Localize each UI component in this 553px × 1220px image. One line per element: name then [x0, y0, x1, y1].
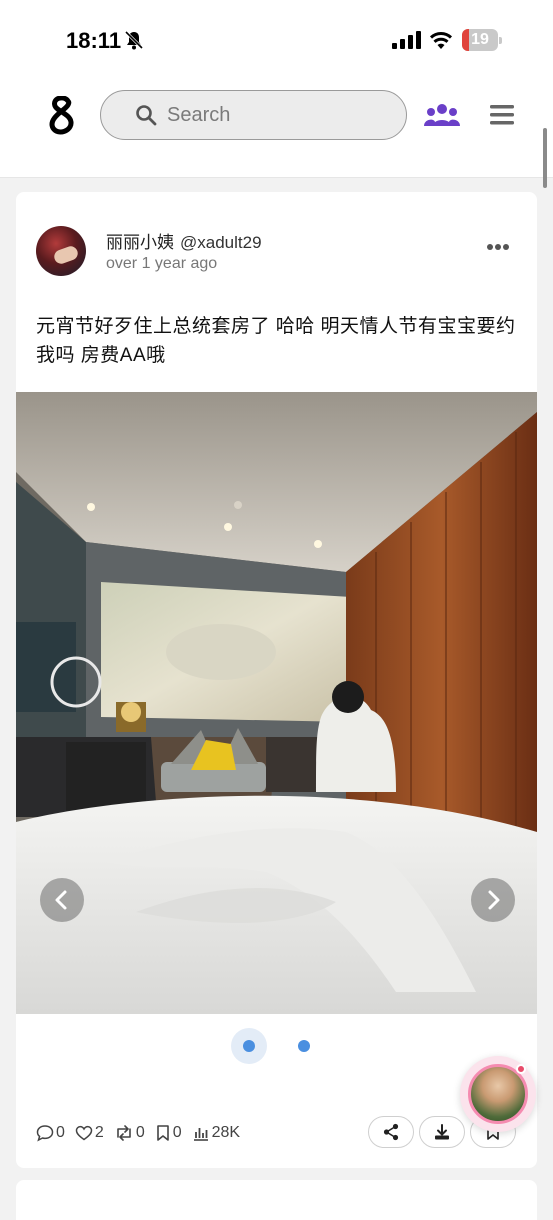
comment-stat[interactable]: 0 [36, 1124, 65, 1142]
user-handle[interactable]: @xadult29 [180, 233, 262, 252]
comment-count: 0 [56, 1124, 65, 1141]
like-stat[interactable]: 2 [75, 1124, 104, 1142]
people-icon[interactable] [424, 102, 460, 128]
like-count: 2 [94, 1124, 104, 1141]
user-display-name[interactable]: 丽丽小姨 [106, 233, 174, 252]
scrollbar[interactable] [543, 128, 547, 188]
download-icon [435, 1124, 449, 1140]
chevron-right-icon [488, 890, 500, 910]
bookmark-outline-icon [156, 1125, 169, 1141]
more-options-icon[interactable] [486, 242, 510, 252]
status-time: 18:11 [66, 28, 122, 53]
download-button[interactable] [419, 1116, 465, 1148]
floating-chat-avatar[interactable] [460, 1056, 536, 1132]
post-card: 丽丽小姨 @xadult29 over 1 year ago 元宵节好歹住上总统套… [16, 192, 537, 1168]
bookmark-stat[interactable]: 0 [155, 1124, 182, 1142]
carousel-pagination [16, 1028, 537, 1064]
comment-icon [36, 1125, 54, 1142]
views-chart-icon [193, 1128, 208, 1141]
share-icon [383, 1123, 399, 1141]
post-timestamp: over 1 year ago [106, 255, 218, 272]
search-input[interactable] [167, 103, 367, 127]
views-stat: 28K [192, 1124, 240, 1142]
s-logo-icon[interactable] [46, 96, 78, 136]
share-button[interactable] [368, 1116, 414, 1148]
post-text: 元宵节好歹住上总统套房了 哈哈 明天情人节有宝宝要约我吗 房费AA哦 [36, 316, 516, 366]
signal-icon [392, 31, 421, 49]
post-author[interactable]: 丽丽小姨 @xadult29 [106, 228, 262, 253]
next-post-card [16, 1180, 537, 1220]
bell-off-icon [124, 30, 144, 50]
chevron-left-icon [55, 890, 67, 910]
post-image-carousel[interactable] [16, 392, 537, 1014]
bookmark-count: 0 [172, 1124, 182, 1141]
post-stats: 0 2 0 0 28K [36, 1122, 250, 1144]
avatar[interactable] [36, 226, 86, 276]
heart-icon [75, 1125, 93, 1141]
repost-stat[interactable]: 0 [114, 1124, 145, 1142]
previous-card-edge [0, 154, 553, 178]
carousel-next-button[interactable] [471, 878, 515, 922]
notification-dot [516, 1064, 526, 1074]
repost-icon [117, 1125, 131, 1141]
battery-icon: 19 [462, 29, 502, 51]
carousel-prev-button[interactable] [40, 878, 84, 922]
app-header [0, 80, 553, 154]
search-bar[interactable] [100, 90, 407, 140]
wifi-icon [429, 32, 453, 49]
search-icon [136, 105, 157, 126]
repost-count: 0 [135, 1124, 145, 1141]
hamburger-menu-icon[interactable] [490, 104, 514, 126]
views-count: 28K [211, 1124, 241, 1141]
battery-level: 19 [471, 31, 489, 48]
carousel-dot-1[interactable] [243, 1040, 255, 1052]
status-bar: 18:11 19 [0, 0, 553, 80]
carousel-dot-2[interactable] [298, 1040, 310, 1052]
hotel-room-photo [16, 392, 537, 1014]
